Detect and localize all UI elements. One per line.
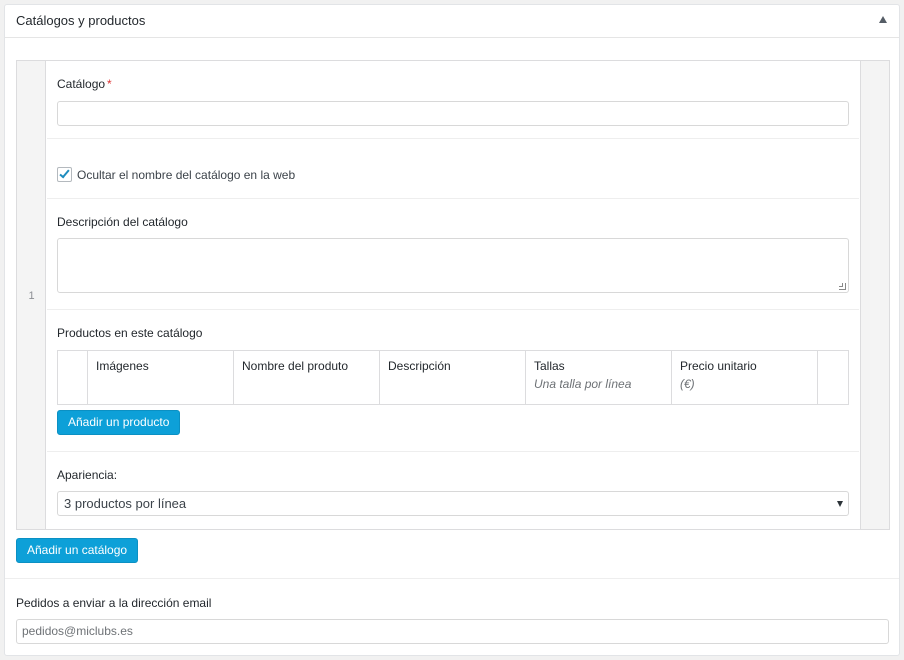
column-header-images: Imágenes — [87, 350, 234, 405]
catalog-row: 1 Catálogo * Ocultar el nombre del catálo… — [16, 60, 890, 530]
hide-name-label[interactable]: Ocultar el nombre del catálogo en la web — [77, 168, 295, 182]
orders-email-input[interactable]: pedidos@miclubs.es — [16, 619, 889, 644]
appearance-select[interactable]: 3 productos por línea — [57, 491, 849, 516]
column-hint-sizes: Una talla por línea — [534, 377, 632, 391]
catalog-description-label: Descripción del catálogo — [57, 215, 188, 229]
appearance-selected-value: 3 productos por línea — [64, 496, 187, 511]
column-hint-unit-price: (€) — [680, 377, 695, 391]
row-drag-handle[interactable]: 1 — [17, 61, 46, 529]
required-marker: * — [107, 77, 112, 91]
section-divider — [5, 578, 899, 579]
row-actions-column[interactable] — [860, 61, 889, 529]
column-header-sizes: Tallas Una talla por línea — [525, 350, 672, 405]
checkmark-icon — [59, 167, 70, 179]
products-field: Productos en este catálogo Imágenes Nomb… — [47, 310, 859, 452]
dropdown-arrow-icon — [837, 501, 843, 507]
panel-title: Catálogos y productos — [16, 13, 146, 28]
resize-grip-icon[interactable] — [839, 283, 846, 290]
catalog-description-textarea[interactable] — [57, 238, 849, 293]
table-row-actions-header — [817, 350, 849, 405]
catalog-name-input[interactable] — [57, 101, 849, 126]
row-number: 1 — [28, 290, 35, 302]
products-table: Imágenes Nombre del produto Descripción … — [57, 350, 849, 405]
orders-email-label: Pedidos a enviar a la dirección email — [16, 596, 212, 610]
products-table-header: Imágenes Nombre del produto Descripción … — [57, 350, 849, 405]
add-product-button[interactable]: Añadir un producto — [57, 410, 181, 435]
collapse-arrow-icon[interactable] — [879, 16, 887, 23]
table-row-handle-header — [57, 350, 88, 405]
catalog-description-field: Descripción del catálogo — [47, 199, 859, 310]
add-catalog-button[interactable]: Añadir un catálogo — [16, 538, 139, 563]
catalogs-panel: Catálogos y productos 1 Catálogo * Oculta… — [4, 4, 900, 656]
panel-header[interactable]: Catálogos y productos — [5, 5, 899, 38]
hide-name-checkbox[interactable] — [57, 167, 72, 182]
appearance-field: Apariencia: 3 productos por línea — [47, 452, 859, 530]
hide-name-field: Ocultar el nombre del catálogo en la web — [47, 139, 859, 199]
column-header-description: Descripción — [379, 350, 526, 405]
column-header-unit-price: Precio unitario (€) — [671, 350, 818, 405]
catalog-name-label: Catálogo * — [57, 77, 112, 91]
products-label: Productos en este catálogo — [57, 326, 203, 340]
appearance-label: Apariencia: — [57, 468, 118, 482]
catalog-name-field: Catálogo * — [47, 61, 859, 139]
column-header-product-name: Nombre del produto — [233, 350, 380, 405]
